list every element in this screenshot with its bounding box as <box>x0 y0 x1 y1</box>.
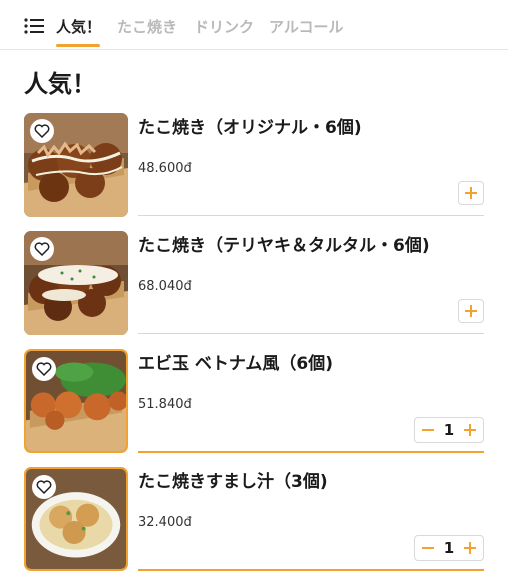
item-price: 32.400đ <box>138 515 192 530</box>
item-photo <box>24 113 128 217</box>
heart-icon <box>36 480 52 494</box>
plus-icon[interactable] <box>463 423 477 437</box>
quantity-value: 1 <box>443 539 455 557</box>
item-price: 68.040đ <box>138 279 192 294</box>
item-name: たこ焼き（オリジナル・6個) <box>138 118 362 138</box>
item-divider <box>138 569 484 571</box>
heart-icon <box>34 242 50 256</box>
favorite-button[interactable] <box>32 475 56 499</box>
heart-icon <box>36 362 52 376</box>
quantity-stepper: 1 <box>414 535 484 561</box>
item-photo <box>24 231 128 335</box>
item-photo <box>24 467 128 571</box>
menu-item[interactable]: たこ焼きすまし汁（3個) 32.400đ 1 <box>0 467 508 580</box>
add-to-cart-button[interactable] <box>458 181 484 205</box>
tab-drink[interactable]: ドリンク <box>194 16 254 37</box>
heart-icon <box>34 124 50 138</box>
menu-item[interactable]: たこ焼き（オリジナル・6個) 48.600đ <box>0 113 508 231</box>
item-name: たこ焼き（テリヤキ＆タルタル・6個) <box>138 236 430 256</box>
add-to-cart-button[interactable] <box>458 299 484 323</box>
favorite-button[interactable] <box>32 357 56 381</box>
item-name: エビ玉 ベトナム風（6個) <box>138 354 334 374</box>
item-divider <box>138 215 484 216</box>
minus-icon[interactable] <box>421 541 435 555</box>
tab-takoyaki[interactable]: たこ焼き <box>117 16 177 37</box>
quantity-value: 1 <box>443 421 455 439</box>
menu-item[interactable]: エビ玉 ベトナム風（6個) 51.840đ 1 <box>0 349 508 467</box>
favorite-button[interactable] <box>30 119 54 143</box>
item-name: たこ焼きすまし汁（3個) <box>138 472 328 492</box>
item-divider <box>138 451 484 453</box>
plus-icon <box>465 187 477 199</box>
minus-icon[interactable] <box>421 423 435 437</box>
active-tab-indicator <box>56 44 100 47</box>
tab-popular[interactable]: 人気！ <box>56 16 101 37</box>
menu-icon[interactable] <box>24 18 44 34</box>
plus-icon[interactable] <box>463 541 477 555</box>
category-tab-bar: 人気！ たこ焼き ドリンク アルコール <box>0 0 508 50</box>
item-photo <box>24 349 128 453</box>
item-price: 51.840đ <box>138 397 192 412</box>
menu-item[interactable]: たこ焼き（テリヤキ＆タルタル・6個) 68.040đ <box>0 231 508 349</box>
tab-alcohol[interactable]: アルコール <box>269 16 344 37</box>
section-title: 人気！ <box>24 70 96 98</box>
quantity-stepper: 1 <box>414 417 484 443</box>
plus-icon <box>465 305 477 317</box>
item-price: 48.600đ <box>138 161 192 176</box>
item-divider <box>138 333 484 334</box>
favorite-button[interactable] <box>30 237 54 261</box>
